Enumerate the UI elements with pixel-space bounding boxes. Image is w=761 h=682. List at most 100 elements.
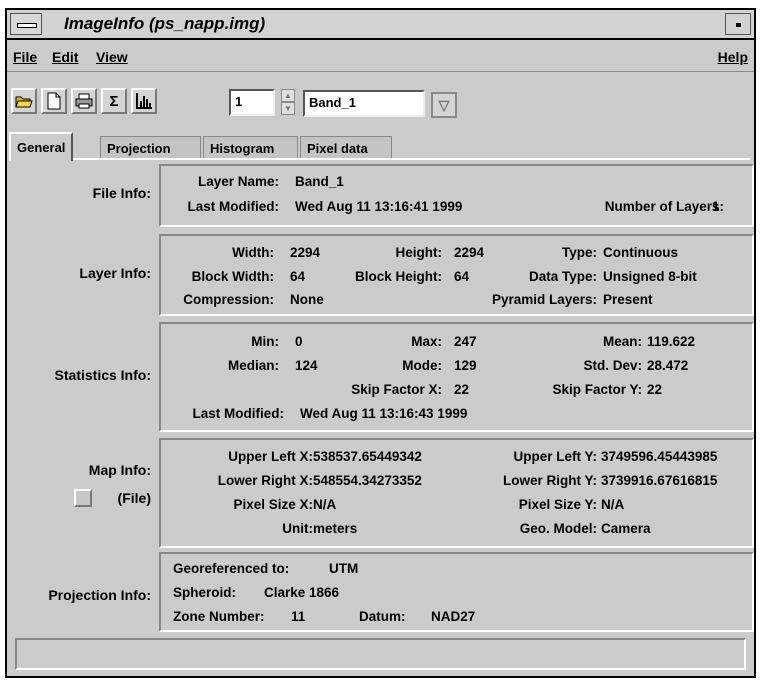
spin-up-icon[interactable]: ▲ — [281, 89, 295, 102]
menu-help-label: Help — [717, 49, 748, 65]
skip-factor-y-value: 22 — [647, 382, 663, 397]
data-type-value: Unsigned 8-bit — [603, 269, 697, 284]
open-button[interactable] — [11, 88, 37, 114]
std-dev-label: Std. Dev: — [583, 358, 642, 373]
tab-projection[interactable]: Projection — [100, 136, 201, 160]
menu-file[interactable]: File — [13, 49, 37, 65]
map-file-checkbox[interactable] — [74, 489, 92, 507]
lower-right-y-value: 3739916.67616815 — [601, 473, 718, 488]
median-value: 124 — [295, 358, 318, 373]
new-button[interactable] — [41, 88, 67, 114]
menu-help[interactable]: Help — [718, 49, 748, 65]
datum-label: Datum: — [359, 609, 406, 624]
new-document-icon — [47, 92, 61, 110]
tab-projection-label: Projection — [107, 141, 171, 156]
median-label: Median: — [227, 358, 279, 373]
geo-model-value: Camera — [601, 521, 651, 536]
mean-value: 119.622 — [647, 334, 696, 349]
file-info-group: Layer Name: Band_1 Last Modified: Wed Au… — [159, 164, 754, 227]
upper-left-y-label: Upper Left Y: — [513, 449, 597, 464]
unit-value: meters — [313, 521, 358, 536]
spheroid-value: Clarke 1866 — [264, 585, 340, 600]
open-folder-icon — [15, 96, 33, 108]
tab-pixel-data-label: Pixel data — [307, 141, 368, 156]
window-title: ImageInfo (ps_napp.img) — [64, 14, 266, 33]
window-menu-icon — [17, 23, 37, 28]
statistics-info-label: Statistics Info: — [54, 367, 151, 383]
menu-view[interactable]: View — [96, 49, 128, 65]
status-bar — [15, 638, 746, 670]
minimize-icon — [736, 23, 741, 27]
upper-left-x-label: Upper Left X: — [228, 449, 313, 464]
projection-info-label: Projection Info: — [48, 587, 151, 603]
histogram-icon — [136, 93, 152, 109]
file-info-label: File Info: — [92, 185, 151, 201]
band-select[interactable]: Band_1 — [303, 90, 425, 117]
layer-info-label: Layer Info: — [79, 265, 151, 281]
tab-histogram-label: Histogram — [210, 141, 275, 156]
tab-histogram[interactable]: Histogram — [203, 136, 298, 160]
layer-name-value: Band_1 — [295, 174, 344, 189]
height-label: Height: — [395, 245, 443, 260]
map-info-group: Upper Left X: 538537.65449342 Upper Left… — [159, 438, 754, 548]
imageinfo-window: ImageInfo (ps_napp.img) File Edit View H… — [5, 8, 756, 678]
block-width-label: Block Width: — [191, 269, 274, 284]
tab-general[interactable]: General — [9, 132, 74, 161]
title-bar[interactable]: ImageInfo (ps_napp.img) — [7, 10, 754, 40]
layer-number-spinner[interactable]: ▲ ▼ — [281, 89, 295, 117]
data-type-label: Data Type: — [528, 269, 597, 284]
georeferenced-label: Georeferenced to: — [173, 561, 290, 576]
compression-value: None — [290, 292, 324, 307]
geo-model-label: Geo. Model: — [519, 521, 597, 536]
type-label: Type: — [561, 245, 597, 260]
minimize-button[interactable] — [725, 13, 751, 35]
spin-down-icon[interactable]: ▼ — [281, 102, 295, 115]
menu-bar: File Edit View Help — [7, 40, 754, 72]
last-modified-label: Last Modified: — [187, 199, 280, 214]
statistics-info-group: Min: 0 Max: 247 Mean: 119.622 Median: 12… — [159, 322, 754, 432]
block-height-label: Block Height: — [354, 269, 442, 284]
pixel-size-y-value: N/A — [601, 497, 625, 512]
pixel-size-x-label: Pixel Size X: — [233, 497, 313, 512]
width-label: Width: — [232, 245, 274, 260]
datum-value: NAD27 — [431, 609, 476, 624]
std-dev-value: 28.472 — [647, 358, 689, 373]
mode-value: 129 — [454, 358, 477, 373]
compression-label: Compression: — [183, 292, 274, 307]
statistics-button[interactable]: Σ — [101, 88, 127, 114]
pixel-size-y-label: Pixel Size Y: — [518, 497, 597, 512]
upper-left-x-value: 538537.65449342 — [313, 449, 422, 464]
lower-right-x-label: Lower Right X: — [217, 473, 313, 488]
sigma-icon: Σ — [109, 92, 119, 110]
stats-last-modified-value: Wed Aug 11 13:16:43 1999 — [300, 406, 468, 421]
pyramid-layers-value: Present — [603, 292, 653, 307]
skip-factor-y-label: Skip Factor Y: — [552, 382, 642, 397]
min-label: Min: — [251, 334, 279, 349]
skip-factor-x-label: Skip Factor X: — [351, 382, 442, 397]
print-icon — [75, 93, 93, 109]
histogram-button[interactable] — [131, 88, 157, 114]
last-modified-value: Wed Aug 11 13:16:41 1999 — [295, 199, 463, 214]
mode-label: Mode: — [402, 358, 442, 373]
tab-pixel-data[interactable]: Pixel data — [300, 136, 392, 160]
max-label: Max: — [411, 334, 442, 349]
height-value: 2294 — [454, 245, 485, 260]
menu-view-label: View — [96, 49, 128, 65]
width-value: 2294 — [290, 245, 321, 260]
map-info-label: Map Info: — [88, 462, 151, 478]
band-dropdown-button[interactable]: ▽ — [431, 92, 457, 118]
menu-edit[interactable]: Edit — [52, 49, 78, 65]
menu-edit-label: Edit — [52, 49, 79, 65]
projection-info-group: Georeferenced to: UTM Spheroid: Clarke 1… — [159, 552, 754, 632]
print-button[interactable] — [71, 88, 97, 114]
lower-right-y-label: Lower Right Y: — [503, 473, 597, 488]
zone-number-label: Zone Number: — [173, 609, 265, 624]
layer-name-label: Layer Name: — [197, 174, 279, 189]
mean-label: Mean: — [602, 334, 642, 349]
skip-factor-x-value: 22 — [454, 382, 470, 397]
layer-number-field[interactable]: 1 — [229, 89, 275, 116]
tab-bar: General Projection Histogram Pixel data — [7, 130, 754, 161]
min-value: 0 — [295, 334, 303, 349]
lower-right-x-value: 548554.34273352 — [313, 473, 422, 488]
window-menu-button[interactable] — [10, 13, 42, 35]
